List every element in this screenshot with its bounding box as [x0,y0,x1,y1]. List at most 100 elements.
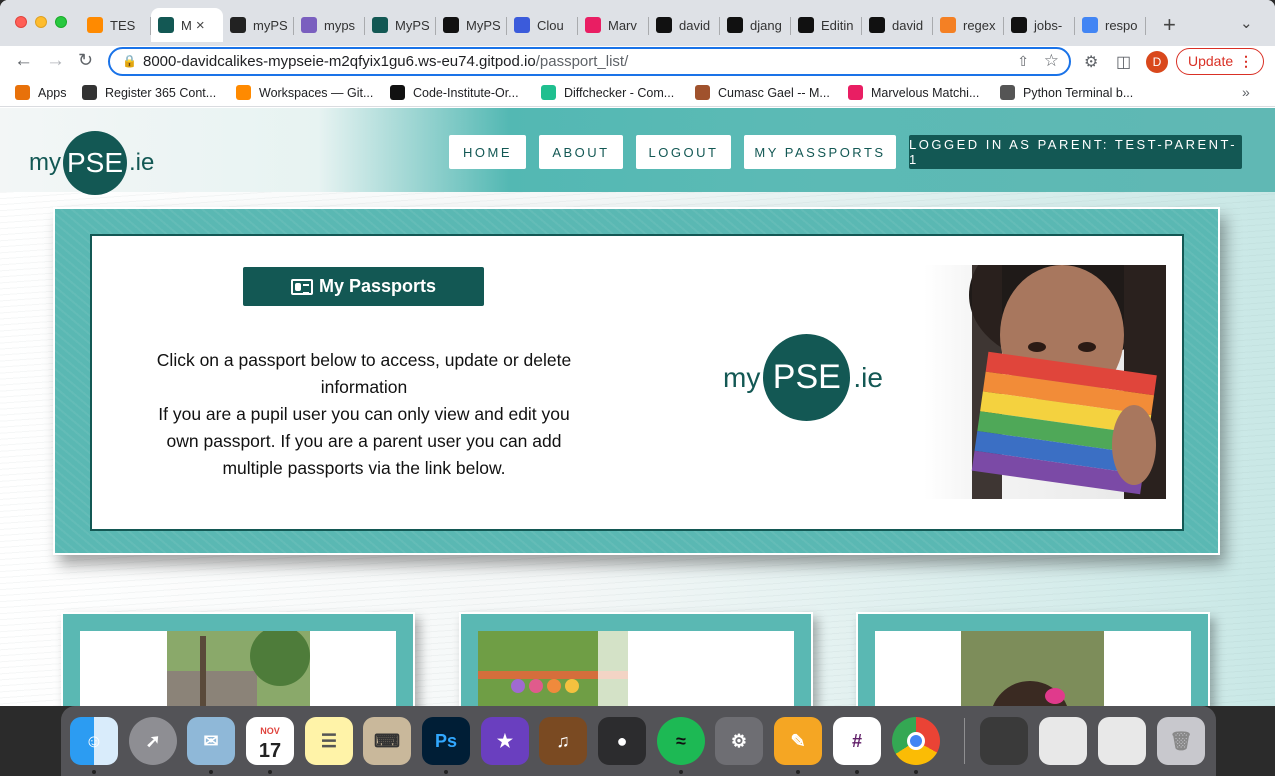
bookmark-label: Workspaces — Git... [259,85,374,100]
hero-logo: my PSE .ie [723,334,883,421]
logic-pro-icon[interactable]: ● [598,717,646,765]
tab-strip: TES M × myPS myps MyPS MyPS Clou Marv david djang E… [80,8,1146,46]
url-text[interactable]: 8000-davidcalikes-mypseie-m2qfyix1gu6.ws… [143,53,628,70]
tab-title: MyPS [395,17,430,33]
extensions-puzzle-icon[interactable]: ⚙ [1084,52,1098,72]
side-panel-icon[interactable]: ◫ [1116,52,1131,72]
app-icon [230,17,246,33]
update-button[interactable]: Update ⋮ [1176,48,1264,75]
passport-card[interactable] [459,612,813,706]
calendar-icon[interactable]: NOV 17 [246,717,294,765]
bookmark-item[interactable]: Cumasc Gael -- M... [695,85,830,100]
hero-logo-circle: PSE [763,334,851,421]
browser-tab[interactable]: respo [1075,8,1146,42]
pages-icon[interactable]: ✎ [774,717,822,765]
browser-tab[interactable]: jobs- [1004,8,1075,42]
bookmark-item[interactable]: Marvelous Matchi... [848,85,979,100]
browser-tab[interactable]: Editin [791,8,862,42]
browser-tab[interactable]: M × [151,8,223,42]
bookmark-label: Code-Institute-Or... [413,85,519,100]
garageband-icon[interactable]: ♫ [539,717,587,765]
trash-icon[interactable]: 🗑 [1157,717,1205,765]
bookmark-item[interactable]: Workspaces — Git... [236,85,373,100]
document-thumbnail[interactable] [1039,717,1087,765]
notes-icon[interactable]: ☰ [305,717,353,765]
google-icon [1082,17,1098,33]
mail-icon[interactable]: ✉ [187,717,235,765]
chrome-icon[interactable] [892,717,940,765]
dock-separator [964,718,965,764]
passport-card[interactable] [856,612,1210,706]
browser-tab[interactable]: Marv [578,8,649,42]
passport-card-image [478,631,794,706]
bookmark-item[interactable]: Python Terminal b... [1000,85,1133,100]
nav-home[interactable]: HOME [449,135,526,169]
tab-title: regex [963,17,996,33]
browser-tab[interactable]: myPS [223,8,294,42]
tab-title: TES [110,17,136,33]
diffchecker-icon [541,85,556,100]
stackoverflow-icon [940,17,956,33]
browser-tab[interactable]: djang [720,8,791,42]
launchpad-icon[interactable]: ➚ [129,717,177,765]
finder-icon[interactable]: ☺ [70,717,118,765]
lock-icon: 🔒 [122,54,137,68]
my-passports-label: My Passports [318,276,437,296]
passport-card-image [875,631,1191,706]
photoshop-icon[interactable]: Ps [422,717,470,765]
new-tab-button[interactable]: + [1163,12,1176,38]
bookmark-item[interactable]: Code-Institute-Or... [390,85,519,100]
share-icon[interactable]: ⇧ [1017,53,1029,70]
bookmark-item[interactable]: Diffchecker - Com... [541,85,674,100]
github-icon [443,17,459,33]
browser-tab[interactable]: david [649,8,720,42]
nav-about[interactable]: ABOUT [539,135,623,169]
zoom-window-button[interactable] [55,16,67,28]
browser-tab[interactable]: david [862,8,933,42]
tab-title: david [892,17,924,33]
passport-card[interactable] [61,612,415,706]
back-arrow-icon[interactable]: ← [14,50,33,72]
macos-dock: ☺ ➚ ✉ NOV 17 ☰ ⌨ Ps ★ ♫ ● ≈ ⚙ ✎ # 🗑 [61,706,1216,776]
main-nav: HOME ABOUT LOGOUT MY PASSPORTS LOGGED IN… [449,135,1242,169]
script-editor-icon[interactable]: ⌨ [363,717,411,765]
address-bar[interactable]: 🔒 8000-davidcalikes-mypseie-m2qfyix1gu6.… [108,47,1071,76]
browser-tab[interactable]: myps [294,8,365,42]
bookmark-label: Diffchecker - Com... [564,85,675,100]
bookmark-item[interactable]: Apps [15,85,67,100]
system-preferences-icon[interactable]: ⚙ [715,717,763,765]
site-logo[interactable]: my PSE .ie [29,131,154,195]
logo-circle: PSE [63,131,127,195]
close-tab-icon[interactable]: × [196,17,205,34]
more-bookmarks-chevron-icon[interactable]: » [1242,84,1250,100]
my-passports-button[interactable]: My Passports [243,267,484,306]
minimize-window-button[interactable] [35,16,47,28]
browser-tab[interactable]: MyPS [365,8,436,42]
reload-icon[interactable]: ↻ [78,50,93,71]
browser-tab[interactable]: TES [80,8,151,42]
browser-tab[interactable]: regex [933,8,1004,42]
intro-text: Click on a passport below to access, upd… [140,347,588,482]
browser-tab[interactable]: MyPS [436,8,507,42]
github-icon [727,17,743,33]
github-icon [869,17,885,33]
document-thumbnail[interactable] [1098,717,1146,765]
marvel-icon [848,85,863,100]
bookmark-item[interactable]: Register 365 Cont... [82,85,216,100]
photoshop-window-thumbnail[interactable] [980,717,1028,765]
nav-my-passports[interactable]: MY PASSPORTS [744,135,896,169]
forward-arrow-icon[interactable]: → [46,50,65,72]
spotify-icon[interactable]: ≈ [657,717,705,765]
bookmark-star-icon[interactable]: ☆ [1044,51,1059,71]
profile-avatar[interactable]: D [1146,51,1168,73]
slack-icon[interactable]: # [833,717,881,765]
close-window-button[interactable] [15,16,27,28]
tab-search-chevron-icon[interactable]: ⌄ [1240,14,1253,32]
tab-title: Marv [608,17,637,33]
mypse-icon [158,17,174,33]
imovie-icon[interactable]: ★ [481,717,529,765]
gitpod-icon [87,17,103,33]
browser-tab[interactable]: Clou [507,8,578,42]
nav-logout[interactable]: LOGOUT [636,135,731,169]
logged-in-status[interactable]: LOGGED IN AS PARENT: TEST-PARENT-1 [909,135,1242,169]
